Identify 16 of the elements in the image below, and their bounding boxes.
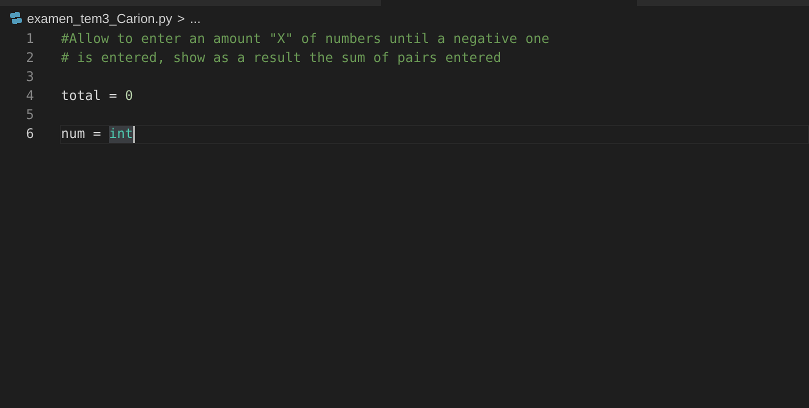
code-token: total = <box>61 88 118 105</box>
line-number: 4 <box>24 88 34 106</box>
line-number: 2 <box>24 50 34 68</box>
code-token: int <box>109 126 134 143</box>
code-token: 0 <box>125 88 134 105</box>
line-number: 6 <box>24 126 34 144</box>
breadcrumb-separator: > <box>177 10 185 26</box>
python-file-icon <box>10 12 22 24</box>
code-comment: #Allow to enter an amount "X" of numbers until a negative one <box>61 31 550 48</box>
code-token: num = <box>61 126 102 143</box>
line-number: 3 <box>24 69 34 87</box>
code-comment: # is entered, show as a result the sum of pairs entered <box>61 50 502 67</box>
file-name[interactable]: examen_tem3_Carion.py <box>27 10 172 26</box>
line-number: 1 <box>24 31 34 49</box>
line-number: 5 <box>24 107 34 125</box>
breadcrumb-more[interactable]: ... <box>190 10 201 26</box>
